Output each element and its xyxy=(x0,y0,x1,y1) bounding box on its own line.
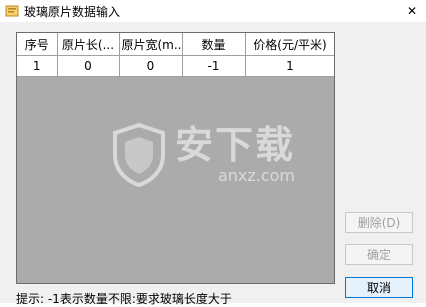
column-header-index[interactable]: 序号 xyxy=(17,33,58,56)
close-icon: ✕ xyxy=(406,4,418,18)
grid-header-row: 序号 原片长(... 原片宽(m... 数量 价格(元/平米) xyxy=(17,33,334,56)
watermark-text: 安下载 anxz.com xyxy=(175,126,295,185)
close-button[interactable]: ✕ xyxy=(404,3,420,19)
cell-index[interactable]: 1 xyxy=(17,55,58,77)
column-header-length[interactable]: 原片长(... xyxy=(57,33,120,56)
data-grid[interactable]: 序号 原片长(... 原片宽(m... 数量 价格(元/平米) 1 0 0 -1… xyxy=(16,32,335,284)
cancel-button[interactable]: 取消 xyxy=(345,277,413,298)
watermark: 安下载 anxz.com xyxy=(111,115,311,195)
column-header-price[interactable]: 价格(元/平米) xyxy=(245,33,334,56)
cell-price[interactable]: 1 xyxy=(245,55,334,77)
column-header-width[interactable]: 原片宽(m... xyxy=(119,33,183,56)
cell-quantity[interactable]: -1 xyxy=(182,55,246,77)
shield-icon xyxy=(113,123,165,187)
watermark-cn: 安下载 xyxy=(175,122,296,167)
app-icon xyxy=(5,4,19,18)
dialog-client: 序号 原片长(... 原片宽(m... 数量 价格(元/平米) 1 0 0 -1… xyxy=(0,22,426,306)
hint-text: 提示: -1表示数量不限:要求玻璃长度大于 xyxy=(16,292,232,306)
dialog-window: 玻璃原片数据输入 ✕ 序号 原片长(... 原片宽(m... 数量 价格(元/平… xyxy=(0,0,426,306)
cell-length[interactable]: 0 xyxy=(57,55,120,77)
table-row[interactable]: 1 0 0 -1 1 xyxy=(17,55,334,77)
delete-button[interactable]: 删除(D) xyxy=(345,212,413,233)
cell-width[interactable]: 0 xyxy=(119,55,183,77)
confirm-button[interactable]: 确定 xyxy=(345,244,413,265)
grid-table: 序号 原片长(... 原片宽(m... 数量 价格(元/平米) 1 0 0 -1… xyxy=(17,33,334,77)
column-header-quantity[interactable]: 数量 xyxy=(182,33,246,56)
watermark-en: anxz.com xyxy=(217,165,296,185)
window-title: 玻璃原片数据输入 xyxy=(24,4,121,19)
title-bar[interactable]: 玻璃原片数据输入 ✕ xyxy=(0,0,426,22)
